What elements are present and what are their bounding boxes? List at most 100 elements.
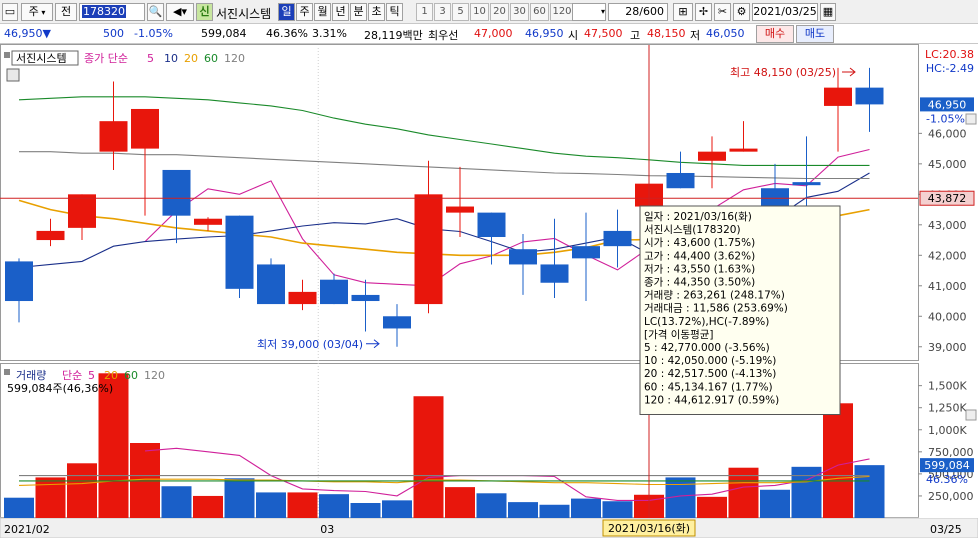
tooltip-line: LC(13.72%),HC(-7.89%): [644, 316, 769, 328]
volume-bar: [67, 463, 97, 518]
speaker-icon[interactable]: ◀▾: [166, 3, 194, 21]
tooltip-line: 거래량 : 263,261 (248.17%): [644, 290, 785, 302]
price-ma-label: 종가 단순: [84, 52, 128, 65]
volume-ma-period-20: 20: [104, 369, 118, 382]
x-axis-label-mar: 03: [320, 523, 334, 536]
volume-y-tick-label: 1,500K: [928, 380, 967, 393]
volume-y-tick-label: 250,000: [928, 490, 974, 503]
best-quote-label: 최우선: [428, 29, 459, 42]
tooltip-line: [가격 이동평균]: [644, 328, 714, 341]
volume-y-tick-label: 750,000: [928, 446, 974, 459]
crosshair-icon[interactable]: ✢: [695, 3, 712, 21]
stock-code-value: 178320: [82, 5, 126, 18]
tooltip-line: 5 : 42,770.000 (-3.56%): [644, 342, 770, 354]
price-panel-handle: [4, 52, 10, 58]
minute-tab-30[interactable]: 30: [510, 3, 529, 21]
price-y-tick-label: 40,000: [928, 310, 967, 323]
candle-body: [446, 206, 474, 213]
volume-bar: [823, 403, 853, 518]
high-annotation: 최고 48,150 (03/25): [730, 66, 836, 79]
unit-select[interactable]: ▾: [572, 3, 606, 21]
indicator-icon[interactable]: ⊞: [673, 3, 693, 21]
minute-tab-20[interactable]: 20: [490, 3, 509, 21]
volume-bar: [319, 494, 349, 518]
gear-icon[interactable]: ⚙: [733, 3, 750, 21]
volume-ratio: 46.36%: [266, 27, 308, 40]
candle-body: [698, 151, 726, 161]
volume-bar: [854, 465, 885, 518]
tooltip-line: 저가 : 43,550 (1.63%): [644, 263, 755, 275]
candle-body: [729, 148, 758, 152]
market-select[interactable]: 주 ▾: [21, 3, 53, 21]
last-volume-tag-label: 599,084: [924, 459, 970, 472]
period-tab-4[interactable]: 분: [350, 3, 367, 21]
scroll-up-icon: [965, 113, 977, 125]
credit-badge[interactable]: 신: [196, 3, 213, 21]
period-tab-2[interactable]: 월: [314, 3, 331, 21]
stock-chart[interactable]: 2021/020303/2546,00045,00044,00043,00042…: [0, 44, 978, 538]
minute-tab-5[interactable]: 5: [452, 3, 469, 21]
minute-tab-120[interactable]: 120: [550, 3, 574, 21]
period-tab-5[interactable]: 초: [368, 3, 385, 21]
volume-y-tick-label: 1,250K: [928, 402, 967, 415]
candle-body: [257, 264, 285, 305]
high-label: 고: [630, 29, 641, 42]
volume-ma-period-120: 120: [144, 369, 165, 382]
volume-y-tick-label: 1,000K: [928, 424, 967, 437]
period-tab-6[interactable]: 틱: [386, 3, 403, 21]
trade-amount: 28,119백만: [364, 29, 423, 42]
chevron-down-icon: ▾: [38, 8, 46, 17]
scissors-icon[interactable]: ✂: [714, 3, 731, 21]
candle-body: [320, 279, 348, 305]
volume-bar: [413, 396, 444, 518]
sell-button[interactable]: 매도: [796, 25, 834, 43]
price-ma-period-20: 20: [184, 52, 198, 65]
date-input[interactable]: 2021/03/25: [752, 3, 818, 21]
best-bid: 46,950: [525, 27, 564, 40]
period-tab-3[interactable]: 년: [332, 3, 349, 21]
best-ask: 47,000: [474, 27, 513, 40]
data-count-input[interactable]: 28/600: [608, 3, 668, 21]
minute-tab-1[interactable]: 1: [416, 3, 433, 21]
search-icon[interactable]: 🔍: [147, 3, 164, 21]
price-value: 46,950: [4, 27, 43, 40]
candle-body: [162, 169, 191, 216]
high-price: 48,150: [647, 27, 686, 40]
minute-tab-3[interactable]: 3: [434, 3, 451, 21]
low-price: 46,050: [706, 27, 745, 40]
price-y-tick-label: 39,000: [928, 341, 967, 354]
volume-bar: [697, 496, 727, 518]
tooltip-line: 120 : 44,612.917 (0.59%): [644, 394, 779, 406]
minute-tab-10[interactable]: 10: [470, 3, 489, 21]
minute-tab-60[interactable]: 60: [530, 3, 549, 21]
last-volume-pct-tag: 46.36%: [926, 473, 968, 486]
calendar-icon[interactable]: ▦: [820, 3, 836, 21]
stock-code-input[interactable]: 178320: [79, 3, 145, 21]
window-menu-icon[interactable]: ▭: [2, 3, 18, 21]
candle-body: [131, 108, 159, 149]
down-arrow-icon: ▼: [42, 27, 51, 40]
volume-bar: [4, 497, 34, 518]
buy-button[interactable]: 매수: [756, 25, 794, 43]
period-tab-0[interactable]: 일: [278, 3, 295, 21]
candle-body: [666, 172, 695, 189]
candle-body: [351, 294, 380, 302]
quote-bar: 46,950▼ 500 -1.05% 599,084 46.36% 3.31% …: [0, 24, 978, 44]
period-tab-1[interactable]: 주: [296, 3, 313, 21]
price-y-tick-label: 41,000: [928, 280, 967, 293]
tooltip-line: 종가 : 44,350 (3.50%): [644, 277, 755, 289]
candle-body: [824, 87, 852, 106]
candle-body: [792, 182, 821, 186]
price-panel-title: 서진시스템: [16, 52, 67, 65]
tooltip-line: 10 : 42,050.000 (-5.19%): [644, 355, 776, 367]
candle-body: [383, 316, 411, 329]
candle-body: [194, 218, 222, 225]
prev-button[interactable]: 전: [55, 3, 77, 21]
stock-name: 서진시스템: [216, 7, 272, 21]
volume-bar: [193, 495, 223, 518]
volume-ma-label: 단순: [62, 369, 82, 382]
grid-icon: [6, 68, 20, 82]
toolbar: ▭ 주 ▾ 전 178320 🔍 ◀▾ 신 서진시스템 일주월년분초틱 1351…: [0, 0, 978, 24]
volume-ma-period-60: 60: [124, 369, 138, 382]
volume-panel-title: 거래량: [16, 369, 46, 382]
